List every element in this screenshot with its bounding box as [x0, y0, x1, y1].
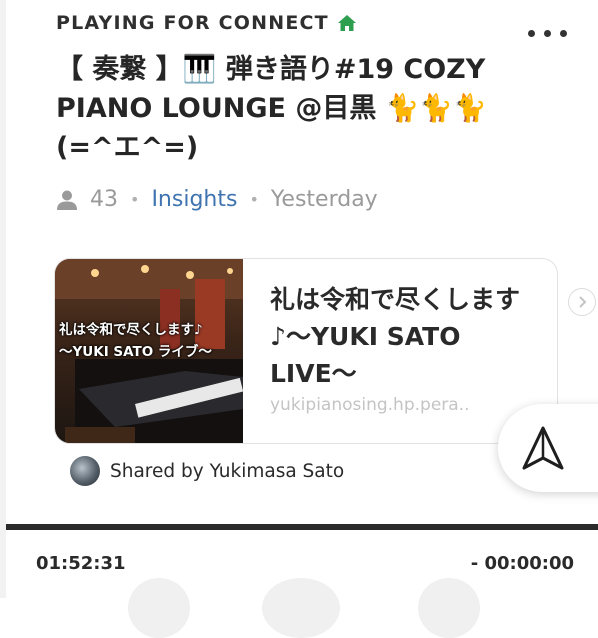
channel-header[interactable]: PLAYING FOR CONNECT — [56, 12, 356, 34]
home-icon — [337, 15, 356, 31]
chevron-right-icon — [579, 296, 587, 308]
link-title: 礼は令和で尽くします♪〜YUKI SATO LIVE〜 — [270, 285, 521, 388]
listener-count: 43 — [90, 187, 118, 212]
playback-progress-bar[interactable] — [6, 524, 598, 530]
share-button[interactable] — [498, 404, 598, 492]
link-thumbnail: 礼は令和で尽くします♪ 〜YUKI SATO ライブ〜 — [55, 259, 243, 443]
avatar — [70, 456, 100, 486]
post-title: 【 奏繋 】🎹 弾き語り#19 COZY PIANO LOUNGE @目黒 🐈🐈… — [56, 54, 487, 163]
channel-label: PLAYING FOR CONNECT — [56, 12, 329, 34]
left-edge — [0, 0, 6, 598]
play-button[interactable] — [262, 578, 340, 638]
separator-dot: • — [249, 190, 259, 209]
rewind-button[interactable] — [128, 578, 190, 638]
next-card-button[interactable] — [568, 288, 596, 316]
share-icon — [522, 426, 564, 470]
progress-fill — [6, 524, 598, 530]
post-time: Yesterday — [270, 187, 378, 212]
thumbnail-caption: 礼は令和で尽くします♪ 〜YUKI SATO ライブ〜 — [59, 319, 243, 363]
link-preview-card[interactable]: 礼は令和で尽くします♪ 〜YUKI SATO ライブ〜 礼は令和で尽くします♪〜… — [54, 258, 558, 444]
user-icon — [57, 190, 77, 210]
insights-link[interactable]: Insights — [151, 187, 237, 212]
link-url: yukipianosing.hp.pera.. — [270, 395, 470, 415]
remaining-time: - 00:00:00 — [470, 553, 574, 574]
separator-dot: • — [130, 190, 140, 209]
thumbnail-caption-line2: 〜YUKI SATO ライブ〜 — [59, 344, 212, 360]
elapsed-time: 01:52:31 — [36, 553, 126, 574]
shared-by-label: Shared by Yukimasa Sato — [110, 460, 345, 482]
more-horizontal-icon[interactable] — [528, 30, 572, 38]
post-meta: 43 • Insights • Yesterday — [56, 187, 378, 212]
shared-by[interactable]: Shared by Yukimasa Sato — [70, 456, 344, 486]
thumbnail-caption-line1: 礼は令和で尽くします♪ — [59, 322, 203, 338]
forward-button[interactable] — [418, 578, 480, 638]
